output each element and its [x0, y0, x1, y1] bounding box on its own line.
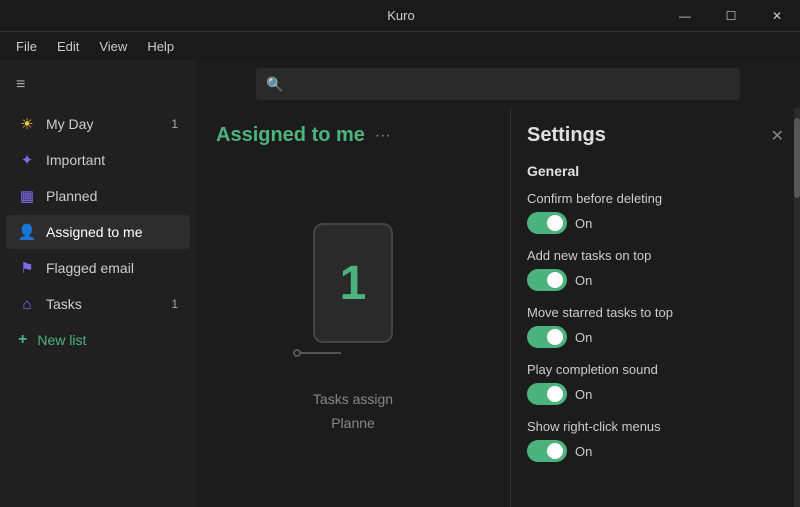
search-bar-container: 🔍: [196, 60, 800, 108]
star-icon: ✦: [18, 151, 36, 169]
search-bar[interactable]: 🔍: [256, 68, 740, 100]
menu-bar: File Edit View Help: [0, 32, 800, 60]
content-split: Assigned to me ··· 1 Tasks assign: [196, 108, 800, 507]
sidebar-item-important[interactable]: ✦ Important: [6, 143, 190, 177]
menu-file[interactable]: File: [8, 37, 45, 56]
settings-row-right-click: Show right-click menus On: [527, 419, 784, 462]
settings-row-starred-top: Move starred tasks to top On: [527, 305, 784, 348]
window-controls: — ☐ ✕: [662, 0, 800, 32]
app-title: Kuro: [140, 8, 662, 23]
sidebar-label-my-day: My Day: [46, 116, 152, 132]
maximize-button[interactable]: ☐: [708, 0, 754, 32]
phone-number: 1: [340, 256, 367, 311]
close-button[interactable]: ✕: [754, 0, 800, 32]
settings-row-completion-sound: Play completion sound On: [527, 362, 784, 405]
hamburger-menu[interactable]: ≡: [0, 68, 196, 106]
completion-sound-toggle-row: On: [527, 383, 784, 405]
search-icon: 🔍: [266, 76, 283, 93]
sidebar-badge-tasks: 1: [162, 297, 178, 311]
more-options-button[interactable]: ···: [375, 127, 391, 145]
sun-icon: ☀: [18, 115, 36, 133]
flag-icon: ⚑: [18, 259, 36, 277]
right-click-toggle-label: On: [575, 444, 592, 459]
plus-icon: +: [18, 331, 27, 349]
right-click-toggle[interactable]: [527, 440, 567, 462]
confirm-delete-label: Confirm before deleting: [527, 191, 784, 206]
completion-sound-toggle-label: On: [575, 387, 592, 402]
phone-image: 1: [313, 223, 393, 343]
task-view-title: Assigned to me: [216, 124, 365, 147]
line-icon: [301, 352, 341, 354]
minimize-button[interactable]: —: [662, 0, 708, 32]
new-list-button[interactable]: + New list: [6, 323, 190, 357]
sidebar-item-my-day[interactable]: ☀ My Day 1: [6, 107, 190, 141]
scrollbar-track: [794, 108, 800, 507]
main-area: 🔍 Assigned to me ··· 1: [196, 60, 800, 507]
sidebar-label-planned: Planned: [46, 188, 178, 204]
starred-top-toggle-row: On: [527, 326, 784, 348]
sidebar-item-assigned-to-me[interactable]: 👤 Assigned to me: [6, 215, 190, 249]
phone-graphic: 1: [313, 223, 393, 343]
right-click-toggle-row: On: [527, 440, 784, 462]
sidebar-item-flagged-email[interactable]: ⚑ Flagged email: [6, 251, 190, 285]
scrollbar-thumb[interactable]: [794, 118, 800, 198]
add-top-toggle[interactable]: [527, 269, 567, 291]
task-view: Assigned to me ··· 1 Tasks assign: [196, 108, 510, 507]
tasks-assigned-text: Tasks assign: [313, 391, 393, 407]
grid-icon: ▦: [18, 187, 36, 205]
completion-sound-label: Play completion sound: [527, 362, 784, 377]
task-placeholder: 1 Tasks assign Planne: [216, 163, 490, 491]
settings-row-add-top: Add new tasks on top On: [527, 248, 784, 291]
confirm-delete-toggle[interactable]: [527, 212, 567, 234]
add-top-label: Add new tasks on top: [527, 248, 784, 263]
completion-sound-toggle[interactable]: [527, 383, 567, 405]
starred-top-toggle-label: On: [575, 330, 592, 345]
sidebar: ≡ ☀ My Day 1 ✦ Important ▦ Planned 👤 Ass…: [0, 60, 196, 507]
settings-section-general: General: [527, 163, 784, 179]
confirm-delete-toggle-row: On: [527, 212, 784, 234]
right-click-label: Show right-click menus: [527, 419, 784, 434]
confirm-delete-toggle-label: On: [575, 216, 592, 231]
settings-panel: Settings ✕ General Confirm before deleti…: [510, 108, 800, 507]
sidebar-label-flagged-email: Flagged email: [46, 260, 178, 276]
sidebar-label-important: Important: [46, 152, 178, 168]
add-top-toggle-label: On: [575, 273, 592, 288]
sidebar-label-tasks: Tasks: [46, 296, 152, 312]
settings-row-confirm-delete: Confirm before deleting On: [527, 191, 784, 234]
sidebar-badge-my-day: 1: [162, 117, 178, 131]
sidebar-item-tasks[interactable]: ⌂ Tasks 1: [6, 287, 190, 321]
menu-view[interactable]: View: [91, 37, 135, 56]
app-body: ≡ ☀ My Day 1 ✦ Important ▦ Planned 👤 Ass…: [0, 60, 800, 507]
add-top-toggle-row: On: [527, 269, 784, 291]
settings-title: Settings: [527, 124, 606, 147]
task-view-header: Assigned to me ···: [216, 124, 490, 147]
menu-edit[interactable]: Edit: [49, 37, 87, 56]
person-icon: 👤: [18, 223, 36, 241]
menu-help[interactable]: Help: [139, 37, 182, 56]
task-indicator: [293, 349, 341, 357]
sidebar-label-assigned-to-me: Assigned to me: [46, 224, 178, 240]
settings-close-button[interactable]: ✕: [771, 126, 784, 146]
starred-top-toggle[interactable]: [527, 326, 567, 348]
house-icon: ⌂: [18, 295, 36, 313]
title-bar: Kuro — ☐ ✕: [0, 0, 800, 32]
circle-icon: [293, 349, 301, 357]
sidebar-item-planned[interactable]: ▦ Planned: [6, 179, 190, 213]
planned-text: Planne: [331, 415, 375, 431]
new-list-label: New list: [37, 332, 86, 348]
settings-header: Settings ✕: [527, 124, 784, 147]
starred-top-label: Move starred tasks to top: [527, 305, 784, 320]
